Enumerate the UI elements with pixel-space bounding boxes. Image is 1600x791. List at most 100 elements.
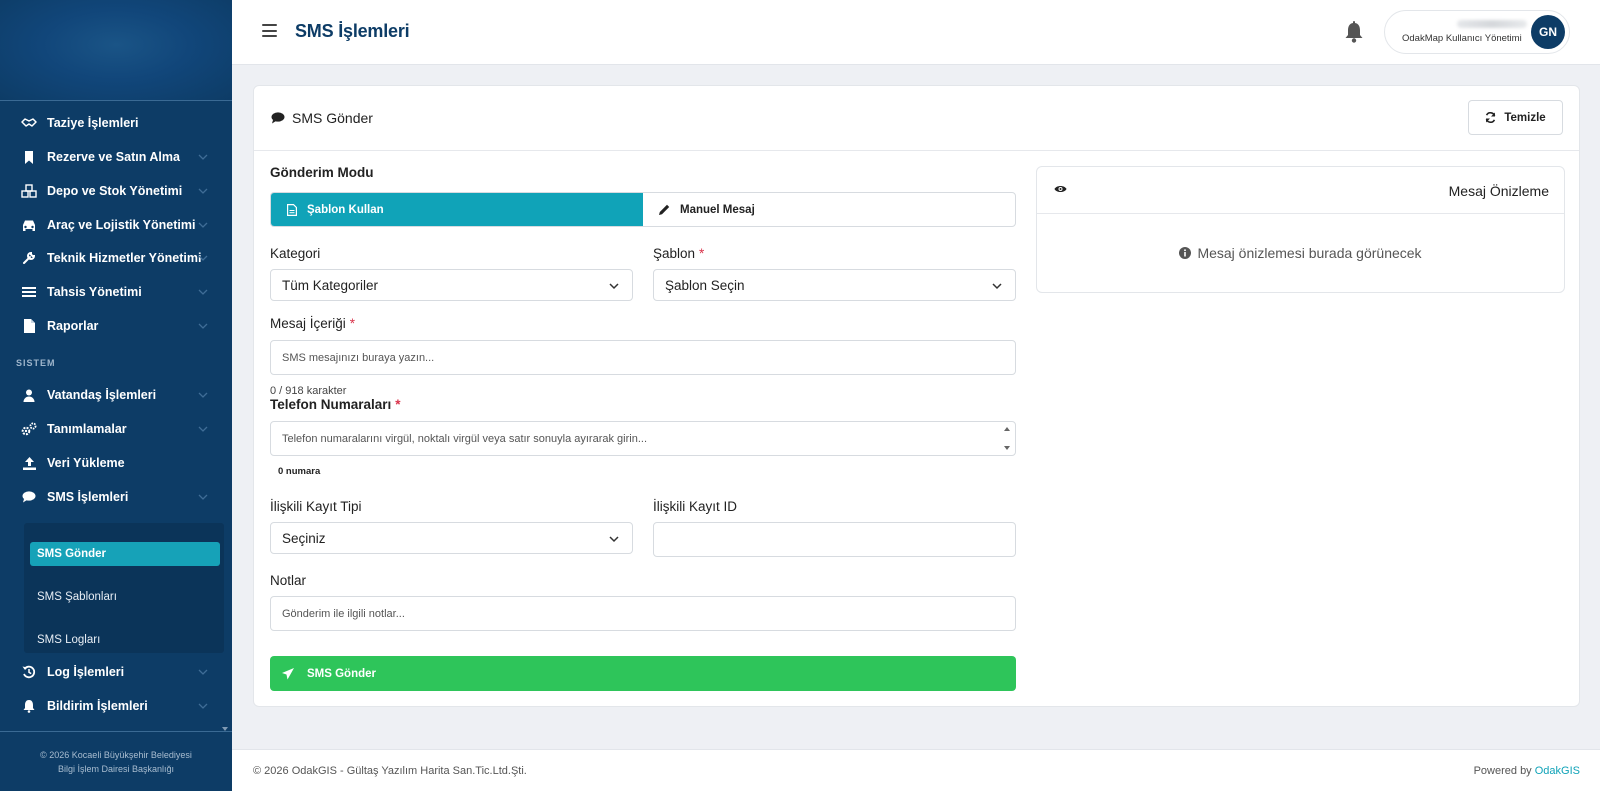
sidebar-logo[interactable] [0, 0, 232, 101]
card-title-text: SMS Gönder [292, 110, 373, 126]
phones-label: Telefon Numaraları * [270, 397, 401, 412]
sidebar-item-depo[interactable]: Depo ve Stok Yönetimi [0, 176, 232, 206]
eye-icon [1054, 186, 1067, 192]
card-header: SMS Gönder Temizle [254, 86, 1579, 151]
sidebar-subitem-sms-sablonlari[interactable]: SMS Şablonları [30, 585, 220, 609]
history-icon [20, 663, 38, 681]
user-icon [20, 386, 38, 404]
sidebar-subitem-sms-loglari[interactable]: SMS Logları [30, 628, 220, 652]
sidebar-item-taziye[interactable]: Taziye İşlemleri [0, 108, 232, 138]
required-mark: * [699, 246, 705, 261]
top-bar: SMS İşlemleri OdakMap Kullanıcı Yönetimi… [232, 0, 1600, 65]
user-name-blurred [1457, 20, 1527, 28]
upload-icon [20, 454, 38, 472]
chevron-down-icon [198, 154, 208, 160]
chevron-down-icon [198, 188, 208, 194]
clear-button-label: Temizle [1504, 111, 1546, 124]
sidebar-subitem-sms-gonder[interactable]: SMS Gönder [30, 542, 220, 566]
template-select[interactable]: Şablon Seçin [653, 269, 1016, 301]
sidebar-item-label: Veri Yükleme [47, 456, 125, 470]
related-type-label: İlişkili Kayıt Tipi [270, 499, 362, 514]
phones-textarea[interactable]: Telefon numaralarını virgül, noktalı vir… [270, 421, 1016, 456]
footer-odakgis-link[interactable]: OdakGIS [1535, 765, 1580, 777]
sidebar-item-label: Teknik Hizmetler Yönetimi [47, 251, 202, 265]
sidebar-item-label: Araç ve Lojistik Yönetimi [47, 218, 196, 232]
list-icon [20, 283, 38, 301]
file-icon [20, 317, 38, 335]
message-textarea[interactable]: SMS mesajınızı buraya yazın... [270, 340, 1016, 375]
chevron-down-icon [609, 283, 619, 290]
sidebar-item-sms-islemleri[interactable]: SMS İşlemleri [0, 482, 232, 512]
bookmark-icon [20, 148, 38, 166]
handshake-icon [20, 114, 38, 132]
chevron-down-icon [198, 703, 208, 709]
notes-input[interactable]: Gönderim ile ilgili notlar... [270, 596, 1016, 631]
sidebar-item-bildirim-islemleri[interactable]: Bildirim İşlemleri [0, 691, 232, 721]
mode-manual-button[interactable]: Manuel Mesaj [643, 193, 1015, 226]
footer-powered-by: Powered by OdakGIS [1474, 765, 1580, 777]
chevron-down-icon [198, 222, 208, 228]
sidebar-item-veri-yukleme[interactable]: Veri Yükleme [0, 448, 232, 478]
category-label: Kategori [270, 246, 321, 261]
preview-title: Mesaj Önizleme [1448, 183, 1549, 199]
sidebar-item-label: SMS İşlemleri [47, 490, 129, 504]
cogs-icon [20, 420, 38, 438]
related-type-select[interactable]: Seçiniz [270, 522, 633, 554]
refresh-icon [1486, 112, 1496, 123]
related-id-input[interactable] [653, 522, 1016, 557]
required-mark: * [395, 397, 401, 412]
bell-icon [20, 697, 38, 715]
user-menu[interactable]: OdakMap Kullanıcı Yönetimi GN [1384, 10, 1570, 54]
sidebar-footer-line1: © 2026 Kocaeli Büyükşehir Belediyesi [40, 749, 192, 760]
notes-placeholder: Gönderim ile ilgili notlar... [282, 607, 405, 620]
info-circle-icon [1179, 247, 1192, 259]
footer-copyright: © 2026 OdakGIS - Gültaş Yazılım Harita S… [253, 765, 527, 777]
category-select-value: Tüm Kategoriler [282, 277, 379, 293]
chevron-down-icon [198, 255, 208, 261]
sidebar-nav: Taziye İşlemleri Rezerve ve Satın Alma D… [0, 101, 232, 729]
phones-placeholder: Telefon numaralarını virgül, noktalı vir… [282, 432, 647, 445]
sidebar-item-tanimlamalar[interactable]: Tanımlamalar [0, 414, 232, 444]
chevron-down-icon [198, 669, 208, 675]
message-placeholder: SMS mesajınızı buraya yazın... [282, 351, 435, 364]
chevron-down-icon [198, 323, 208, 329]
sidebar-footer: © 2026 Kocaeli Büyükşehir Belediyesi Bil… [0, 731, 232, 791]
phones-label-text: Telefon Numaraları [270, 397, 392, 412]
sidebar-item-rezerve[interactable]: Rezerve ve Satın Alma [0, 142, 232, 172]
sidebar-item-arac[interactable]: Araç ve Lojistik Yönetimi [0, 210, 232, 240]
sidebar-item-label: Tahsis Yönetimi [47, 285, 142, 299]
related-id-label: İlişkili Kayıt ID [653, 499, 738, 514]
textarea-scroll-arrows-icon[interactable] [1002, 425, 1012, 452]
page-footer: © 2026 OdakGIS - Gültaş Yazılım Harita S… [232, 749, 1600, 791]
category-select[interactable]: Tüm Kategoriler [270, 269, 633, 301]
sidebar-item-label: Log İşlemleri [47, 665, 125, 679]
sidebar-item-tahsis[interactable]: Tahsis Yönetimi [0, 277, 232, 307]
send-sms-button[interactable]: SMS Gönder [270, 656, 1016, 691]
mode-manual-label: Manuel Mesaj [680, 203, 755, 216]
chevron-down-icon [198, 426, 208, 432]
chevron-down-icon [992, 283, 1002, 290]
menu-toggle-icon[interactable] [262, 24, 277, 37]
sms-send-card: SMS Gönder Temizle Gönderim Modu Şablon … [253, 85, 1580, 707]
sidebar-section-label: SISTEM [16, 358, 56, 368]
phone-count: 0 numara [278, 466, 321, 477]
cubes-icon [20, 182, 38, 200]
chevron-down-icon [609, 536, 619, 543]
comment-icon [271, 112, 285, 124]
sidebar-item-label: Bildirim İşlemleri [47, 699, 148, 713]
avatar[interactable]: GN [1531, 15, 1565, 49]
sidebar-item-teknik[interactable]: Teknik Hizmetler Yönetimi [0, 243, 232, 273]
sidebar-item-raporlar[interactable]: Raporlar [0, 311, 232, 341]
notes-label: Notlar [270, 573, 307, 588]
notification-bell-icon[interactable] [1344, 21, 1364, 43]
mode-template-button[interactable]: Şablon Kullan [271, 193, 643, 226]
sidebar-item-vatandas[interactable]: Vatandaş İşlemleri [0, 380, 232, 410]
clear-button[interactable]: Temizle [1468, 100, 1563, 135]
sidebar-item-log-islemleri[interactable]: Log İşlemleri [0, 657, 232, 687]
sidebar: Taziye İşlemleri Rezerve ve Satın Alma D… [0, 0, 232, 791]
pencil-icon [659, 204, 670, 215]
chevron-down-icon [198, 494, 208, 500]
related-type-value: Seçiniz [282, 530, 326, 546]
sidebar-item-label: Taziye İşlemleri [47, 116, 139, 130]
mode-template-label: Şablon Kullan [307, 203, 384, 216]
